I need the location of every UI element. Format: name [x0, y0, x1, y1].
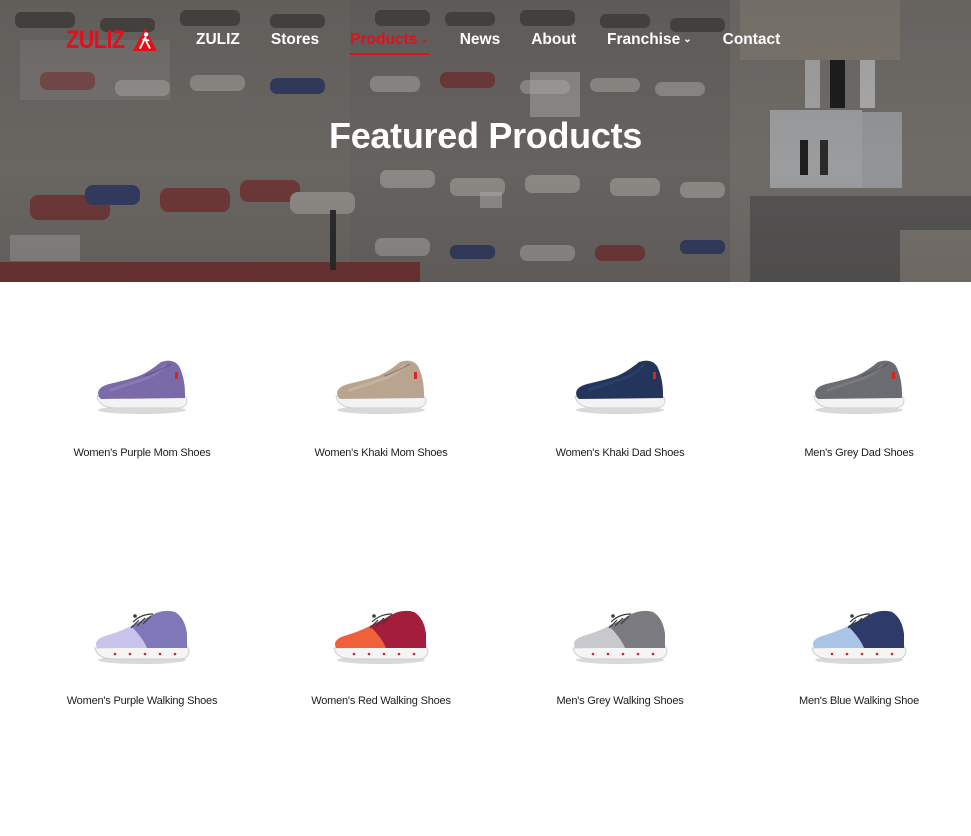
product-image — [574, 360, 666, 414]
nav-list: ZULIZ Stores Products ⌄ News About Franc… — [196, 22, 811, 58]
nav-item-label: News — [459, 31, 501, 48]
product-card[interactable]: Women's Purple Walking Shoes — [42, 600, 242, 709]
chevron-down-icon: ⌄ — [420, 34, 429, 45]
product-name[interactable]: Men's Grey Walking Shoes — [520, 693, 720, 709]
nav-item-label: ZULIZ — [196, 31, 240, 48]
product-image — [813, 360, 905, 414]
chevron-down-icon: ⌄ — [683, 34, 692, 45]
product-card[interactable]: Women's Purple Mom Shoes — [42, 350, 242, 461]
nav-item-products[interactable]: Products ⌄ — [350, 22, 429, 58]
product-name[interactable]: Men's Blue Walking Shoe — [759, 693, 959, 709]
product-card[interactable]: Men's Grey Dad Shoes — [759, 350, 959, 461]
product-image — [96, 360, 188, 414]
hero-banner: ZULIZ ZULIZ Stores Products ⌄ News About… — [0, 0, 971, 282]
product-card[interactable]: Women's Red Walking Shoes — [281, 600, 481, 709]
product-grid: Women's Purple Mom Shoes Women's Khaki M… — [0, 282, 971, 836]
product-card[interactable]: Men's Grey Walking Shoes — [520, 600, 720, 709]
product-card[interactable]: Women's Khaki Dad Shoes — [520, 350, 720, 461]
product-name[interactable]: Women's Khaki Mom Shoes — [281, 445, 481, 461]
product-image — [333, 610, 429, 664]
main-navigation: ZULIZ ZULIZ Stores Products ⌄ News About… — [66, 22, 811, 58]
product-name[interactable]: Women's Purple Walking Shoes — [42, 693, 242, 709]
nav-item-franchise[interactable]: Franchise ⌄ — [607, 22, 692, 58]
nav-item-stores[interactable]: Stores — [271, 22, 319, 58]
product-card[interactable]: Women's Khaki Mom Shoes — [281, 350, 481, 461]
product-name[interactable]: Men's Grey Dad Shoes — [759, 445, 959, 461]
nav-item-label: Products — [350, 31, 418, 48]
nav-item-news[interactable]: News — [460, 22, 501, 58]
product-card[interactable]: Men's Blue Walking Shoe — [759, 600, 959, 709]
walking-person-logo-icon — [133, 28, 157, 51]
nav-item-label: Stores — [270, 31, 320, 48]
nav-item-label: About — [531, 31, 576, 48]
product-name[interactable]: Women's Purple Mom Shoes — [42, 445, 242, 461]
nav-item-contact[interactable]: Contact — [723, 22, 781, 58]
brand-logo[interactable]: ZULIZ — [66, 26, 158, 55]
product-image — [811, 610, 907, 664]
nav-item-label: Franchise — [607, 31, 681, 48]
product-name[interactable]: Women's Khaki Dad Shoes — [520, 445, 720, 461]
nav-item-zuliz[interactable]: ZULIZ — [196, 22, 240, 58]
logo-text: ZULIZ — [66, 25, 125, 54]
nav-item-label: Contact — [722, 31, 781, 48]
product-image — [94, 610, 190, 664]
product-name[interactable]: Women's Red Walking Shoes — [281, 693, 481, 709]
product-image — [335, 360, 427, 414]
nav-item-about[interactable]: About — [531, 22, 576, 58]
product-image — [572, 610, 668, 664]
page-title: Featured Products — [329, 115, 642, 156]
